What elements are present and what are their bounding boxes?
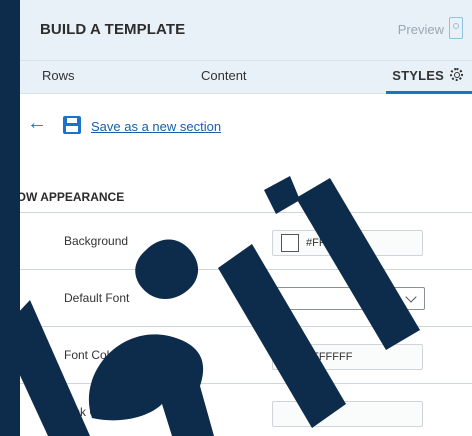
link-color-label: Link Color — [64, 405, 119, 419]
font-color-swatch[interactable] — [281, 348, 299, 366]
background-color-field[interactable]: #FFFFFF — [272, 230, 423, 256]
default-font-row: Default Font — [20, 270, 472, 327]
page-title: BUILD A TEMPLATE — [40, 21, 186, 38]
save-icon[interactable] — [63, 116, 81, 134]
tab-bar: Rows Content STYLES — [20, 61, 472, 94]
font-color-field[interactable]: #FFFFFF — [272, 344, 423, 370]
font-color-label: Font Color — [64, 348, 121, 362]
default-font-select[interactable] — [272, 287, 425, 310]
tab-rows[interactable]: Rows — [42, 68, 75, 83]
template-builder-panel: BUILD A TEMPLATE Preview Rows Content ST… — [20, 0, 472, 436]
font-color-value[interactable]: #FFFFFF — [306, 351, 352, 363]
tab-content[interactable]: Content — [201, 68, 247, 83]
background-row: Background #FFFFFF — [20, 213, 472, 270]
preview-button[interactable]: Preview — [398, 22, 444, 37]
font-color-row: Font Color #FFFFFF — [20, 327, 472, 384]
mobile-preview-icon[interactable] — [449, 17, 463, 39]
back-arrow-icon[interactable]: ← — [27, 113, 47, 133]
panel-header: BUILD A TEMPLATE Preview — [20, 0, 472, 61]
background-label: Background — [64, 234, 129, 248]
link-color-row: Link Color — [20, 384, 472, 436]
active-tab-indicator — [386, 91, 472, 94]
gear-icon[interactable] — [450, 68, 463, 81]
background-color-value[interactable]: #FFFFFF — [306, 237, 352, 249]
chevron-down-icon[interactable] — [405, 291, 417, 303]
link-color-field[interactable] — [272, 401, 423, 427]
tab-styles[interactable]: STYLES — [392, 68, 444, 83]
save-as-section-link[interactable]: Save as a new section — [91, 119, 221, 134]
default-font-label: Default Font — [64, 291, 130, 305]
section-title: ROW APPEARANCE — [20, 190, 125, 204]
background-color-swatch[interactable] — [281, 234, 299, 252]
